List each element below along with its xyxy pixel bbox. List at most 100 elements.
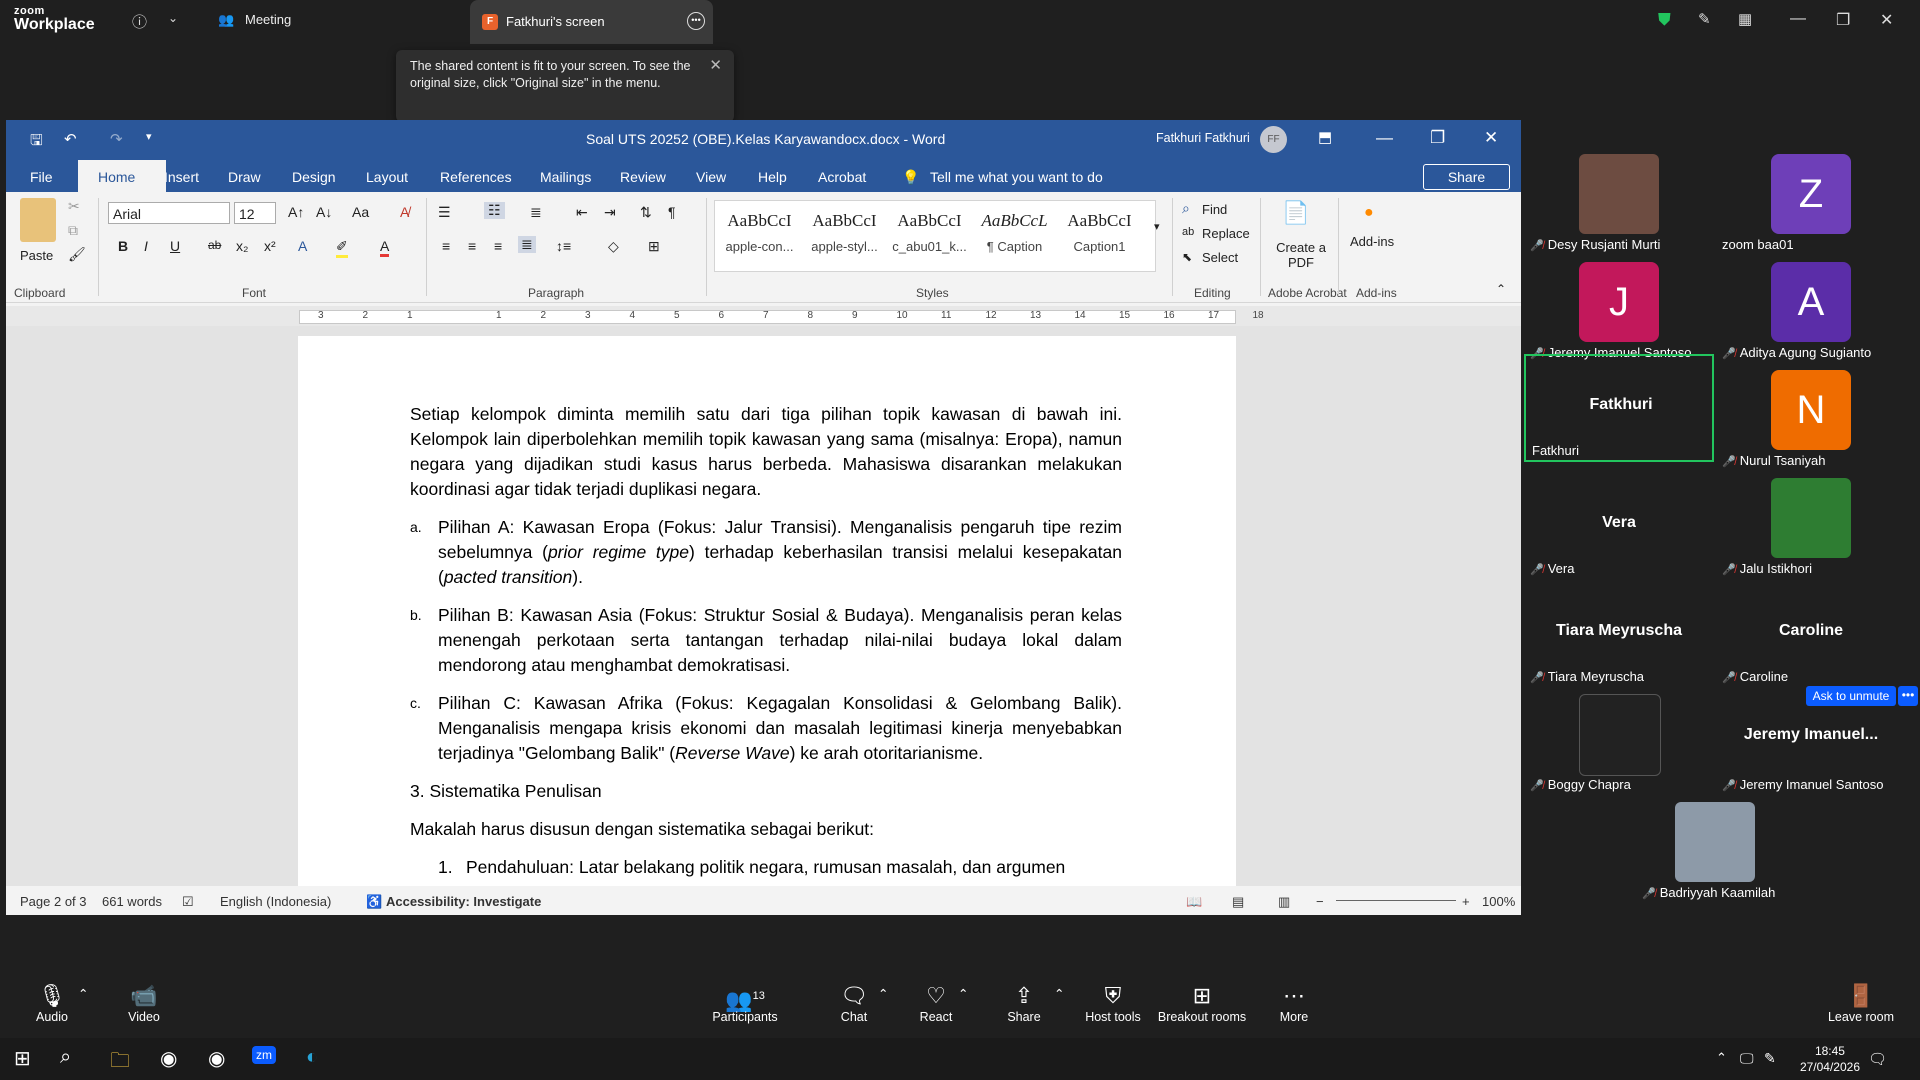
collapse-ribbon-icon[interactable]: ⌃ <box>1496 282 1506 296</box>
highlight-icon[interactable]: ✐ <box>336 238 348 258</box>
align-left-icon[interactable]: ≡ <box>442 238 450 254</box>
tab-view[interactable]: View <box>696 169 726 185</box>
react-button[interactable]: ♡ React <box>914 982 958 1024</box>
tab-references[interactable]: References <box>440 169 512 185</box>
notifications-icon[interactable]: 🗨 <box>1868 1050 1887 1068</box>
restore-icon[interactable]: ❐ <box>1836 10 1850 30</box>
paste-icon[interactable] <box>20 198 56 242</box>
audio-button[interactable]: 🎙 Audio <box>30 982 74 1024</box>
language[interactable]: English (Indonesia) <box>220 894 331 909</box>
style-c-abu01[interactable]: AaBbCcI c_abu01_k... <box>887 211 972 254</box>
share-button[interactable]: ⇪ Share <box>1004 982 1044 1024</box>
participant-tile[interactable]: 🎤̸ Badriyyah Kaamilah <box>1620 798 1810 902</box>
document-page[interactable]: Setiap kelompok diminta memilih satu dar… <box>298 336 1236 896</box>
participant-tile[interactable]: J 🎤̸ Jeremy Imanuel Santoso <box>1524 258 1714 362</box>
shrink-font-icon[interactable]: A↓ <box>316 204 332 220</box>
tab-file[interactable]: File <box>30 169 53 185</box>
tab-mailings[interactable]: Mailings <box>540 169 591 185</box>
participant-tile[interactable]: Tiara Meyruscha 🎤̸ Tiara Meyruscha <box>1524 582 1714 686</box>
share-options-icon[interactable]: ⌃ <box>1054 986 1064 1001</box>
align-center-icon[interactable]: ≡ <box>468 238 476 254</box>
shading-icon[interactable]: ◇ <box>608 238 619 255</box>
breakout-rooms-button[interactable]: ⊞ Breakout rooms <box>1156 982 1248 1024</box>
multilevel-list-icon[interactable]: ≣ <box>530 204 542 221</box>
bullets-icon[interactable]: ☰ <box>438 204 451 221</box>
font-name-select[interactable]: Arial <box>108 202 230 224</box>
tab-insert[interactable]: Insert <box>164 169 199 185</box>
tab-draw[interactable]: Draw <box>228 169 261 185</box>
search-icon[interactable]: ⌕ <box>60 1046 71 1069</box>
style-caption[interactable]: AaBbCcL ¶ Caption <box>972 211 1057 254</box>
borders-icon[interactable]: ⊞ <box>648 238 660 255</box>
chevron-down-icon[interactable]: ⌄ <box>168 11 178 25</box>
read-mode-icon[interactable]: 📖 <box>1186 894 1202 910</box>
styles-more-icon[interactable]: ▾ <box>1154 220 1160 233</box>
zoom-in-icon[interactable]: + <box>1462 894 1470 909</box>
change-case-icon[interactable]: Aa <box>352 204 369 220</box>
strikethrough-icon[interactable]: ab <box>208 238 221 252</box>
sort-icon[interactable]: ⇅ <box>640 204 652 221</box>
leave-room-button[interactable]: 🚪 Leave room <box>1826 982 1896 1024</box>
font-size-select[interactable]: 12 <box>234 202 276 224</box>
show-marks-icon[interactable]: ¶ <box>668 204 676 220</box>
word-minimize-icon[interactable]: — <box>1376 128 1393 148</box>
clear-format-icon[interactable]: A̸ <box>400 204 409 220</box>
tell-me-search[interactable]: Tell me what you want to do <box>930 169 1103 185</box>
participant-tile[interactable]: Z zoom baa01 <box>1716 150 1906 254</box>
tab-acrobat[interactable]: Acrobat <box>818 169 866 185</box>
numbering-icon[interactable]: ☷ <box>484 202 505 219</box>
minimize-icon[interactable]: — <box>1790 10 1806 28</box>
react-options-icon[interactable]: ⌃ <box>958 986 968 1001</box>
windows-start-icon[interactable]: ⊞ <box>14 1046 31 1071</box>
copy-icon[interactable]: ⧉ <box>68 222 78 239</box>
chrome-profile-icon[interactable]: ◉ <box>208 1046 225 1071</box>
meeting-tab[interactable]: Meeting <box>245 12 291 27</box>
addins-button[interactable]: Add-ins <box>1350 234 1394 249</box>
replace-button[interactable]: Replace <box>1202 226 1250 241</box>
zoom-slider[interactable] <box>1336 900 1456 901</box>
tab-review[interactable]: Review <box>620 169 666 185</box>
participant-tile[interactable]: N 🎤̸ Nurul Tsaniyah <box>1716 366 1906 470</box>
print-layout-icon[interactable]: ▤ <box>1232 894 1244 910</box>
participant-tile[interactable]: 🎤̸ Boggy Chapra <box>1524 690 1714 794</box>
zoom-out-icon[interactable]: − <box>1316 894 1324 909</box>
save-icon[interactable]: 🖫 <box>30 130 43 155</box>
audio-options-icon[interactable]: ⌃ <box>78 986 88 1001</box>
style-apple-con[interactable]: AaBbCcI apple-con... <box>717 211 802 254</box>
pen-tray-icon[interactable]: ✎ <box>1764 1050 1776 1067</box>
tab-layout[interactable]: Layout <box>366 169 408 185</box>
word-restore-icon[interactable]: ❐ <box>1430 128 1445 148</box>
font-color-icon[interactable]: A <box>380 238 390 257</box>
chrome-icon[interactable]: ◉ <box>160 1046 177 1071</box>
more-options-icon[interactable]: ••• <box>687 12 705 30</box>
text-effects-icon[interactable]: A <box>298 238 307 254</box>
participant-tile[interactable]: A 🎤̸ Aditya Agung Sugianto <box>1716 258 1906 362</box>
word-count[interactable]: 661 words <box>102 894 162 909</box>
undo-icon[interactable]: ↶ <box>64 130 77 148</box>
paste-button[interactable]: Paste <box>20 248 53 263</box>
page-count[interactable]: Page 2 of 3 <box>20 894 87 909</box>
align-right-icon[interactable]: ≡ <box>494 238 502 254</box>
underline-icon[interactable]: U <box>170 238 180 254</box>
ribbon-display-icon[interactable]: ⬒ <box>1318 128 1332 146</box>
tab-design[interactable]: Design <box>292 169 336 185</box>
ruler-bar[interactable]: 3 2 1 1 2 3 4 5 6 7 8 9 10 11 12 13 14 15 16 17 18 <box>299 310 1264 324</box>
accessibility-status[interactable]: Accessibility: Investigate <box>386 894 541 909</box>
line-spacing-icon[interactable]: ↕≡ <box>556 238 571 254</box>
word-close-icon[interactable]: ✕ <box>1484 128 1498 148</box>
zoom-level[interactable]: 100% <box>1482 894 1515 909</box>
create-pdf-button[interactable]: Create a PDF <box>1270 240 1332 270</box>
participant-tile[interactable]: 🎤̸ Jalu Istikhori <box>1716 474 1906 578</box>
close-icon[interactable]: ✕ <box>1880 10 1893 30</box>
ask-to-unmute-button[interactable]: Ask to unmute <box>1806 686 1896 706</box>
tray-chevron-icon[interactable]: ⌃ <box>1716 1050 1727 1066</box>
style-apple-styl[interactable]: AaBbCcI apple-styl... <box>802 211 887 254</box>
participant-more-icon[interactable]: ••• <box>1898 686 1918 706</box>
participant-tile[interactable]: Caroline 🎤̸ Caroline <box>1716 582 1906 686</box>
tab-help[interactable]: Help <box>758 169 787 185</box>
active-speaker-tile[interactable]: Fatkhuri Fatkhuri <box>1524 354 1714 462</box>
style-caption1[interactable]: AaBbCcI Caption1 <box>1057 211 1142 254</box>
decrease-indent-icon[interactable]: ⇤ <box>576 204 588 221</box>
avatar[interactable]: FF <box>1260 126 1287 153</box>
video-button[interactable]: 📹 Video <box>122 982 166 1024</box>
